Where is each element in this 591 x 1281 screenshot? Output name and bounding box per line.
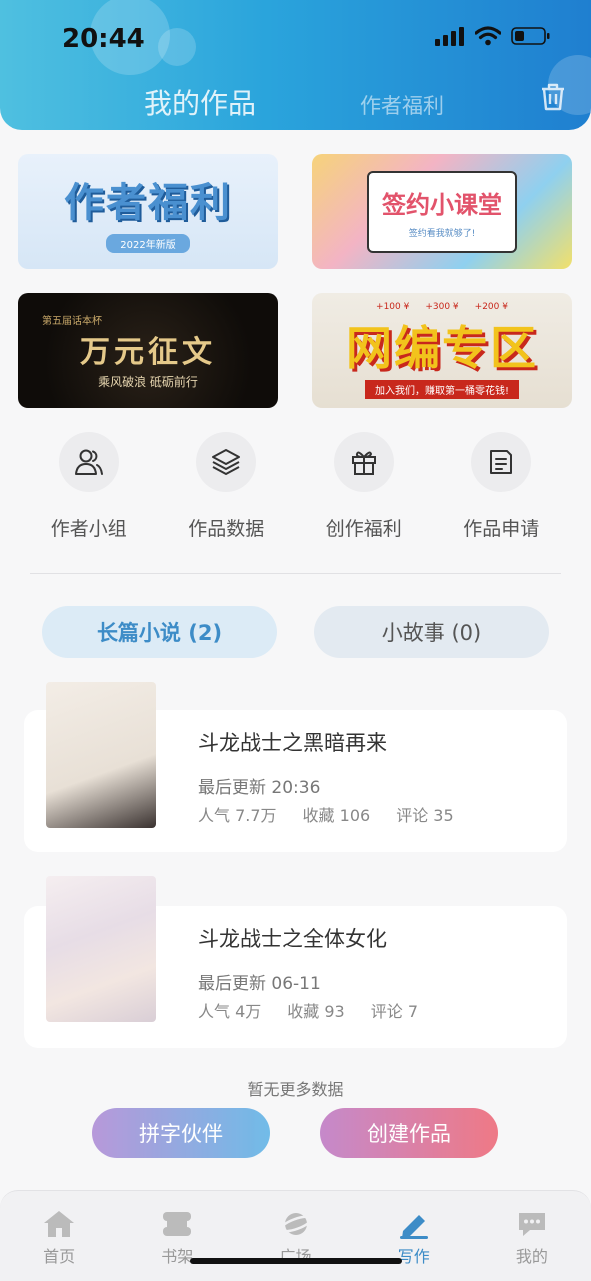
home-icon <box>44 1211 75 1237</box>
banner-title: 网编专区 <box>346 321 538 375</box>
work-popularity: 人气 4万 <box>198 1002 262 1021</box>
quick-action-label: 作品申请 <box>463 518 540 540</box>
tab-short-story[interactable]: 小故事 (0) <box>314 606 549 658</box>
banner-subtitle: 签约看我就够了! <box>408 228 476 239</box>
work-comments: 评论 35 <box>396 806 454 825</box>
status-time: 20:44 <box>62 24 145 54</box>
banner-title: 作者福利 <box>64 180 232 226</box>
quick-action-label: 作者小组 <box>50 518 127 540</box>
bottom-tab-bar: 首页 书架 广场 写作 我的 <box>0 1190 591 1281</box>
quick-actions: 作者小组 作品数据 创作福利 作品申请 <box>20 432 570 541</box>
tab-label: 书架 <box>161 1247 194 1266</box>
gift-icon <box>333 432 394 492</box>
wifi-icon <box>475 26 501 46</box>
layers-icon <box>196 432 257 492</box>
work-popularity: 人气 7.7万 <box>198 806 277 825</box>
work-title: 斗龙战士之黑暗再来 <box>198 731 387 755</box>
banner-title: 万元征文 <box>80 334 216 370</box>
work-stats: 人气 7.7万 收藏 106 评论 35 <box>198 802 454 826</box>
banner-subtitle: 加入我们，赚取第一桶零花钱! <box>364 380 519 399</box>
document-icon <box>471 432 532 492</box>
tab-author-benefits[interactable]: 作者福利 <box>360 90 444 120</box>
banner-author-benefits[interactable]: 作者福利 2022年新版 <box>18 154 278 269</box>
banner-tag: +300 ¥ <box>425 302 459 312</box>
banner-contract-class[interactable]: 签约小课堂 签约看我就够了! <box>312 154 572 269</box>
work-comments: 评论 7 <box>370 1002 419 1021</box>
work-cover-image <box>46 876 156 1022</box>
work-favorites: 收藏 106 <box>302 806 371 825</box>
page-title: 我的作品 <box>144 87 257 120</box>
banner-tag: +200 ¥ <box>474 302 508 312</box>
users-icon <box>58 432 119 492</box>
partner-button[interactable]: 拼字伙伴 <box>92 1108 270 1158</box>
tab-home[interactable]: 首页 <box>0 1191 118 1281</box>
quick-action-work-application[interactable]: 作品申请 <box>433 432 571 541</box>
pen-icon <box>399 1215 428 1239</box>
work-favorites: 收藏 93 <box>287 1002 345 1021</box>
divider <box>30 573 561 574</box>
battery-icon <box>511 27 550 45</box>
work-cover-image <box>46 682 156 828</box>
banner-tag: +100 ¥ <box>376 302 410 312</box>
status-icons <box>435 26 551 46</box>
work-card[interactable]: 斗龙战士之黑暗再来 最后更新 20:36 人气 7.7万 收藏 106 评论 3… <box>24 682 567 852</box>
banner-small-text: 第五届话本杯 <box>42 315 102 327</box>
banner-subtitle: 2022年新版 <box>106 234 190 253</box>
quick-action-author-group[interactable]: 作者小组 <box>20 432 158 541</box>
tab-writing[interactable]: 写作 <box>355 1191 473 1281</box>
tab-label: 首页 <box>43 1247 76 1266</box>
delete-button[interactable] <box>539 82 567 116</box>
no-more-data-text: 暂无更多数据 <box>247 1080 344 1099</box>
banner-subtitle: 乘风破浪 砥砺前行 <box>98 374 198 389</box>
work-updated: 最后更新 06-11 <box>198 974 321 994</box>
quick-action-label: 作品数据 <box>188 518 265 540</box>
home-indicator <box>190 1258 402 1264</box>
tab-bookshelf[interactable]: 书架 <box>118 1191 236 1281</box>
banner-tags: +100 ¥ +300 ¥ +200 ¥ <box>376 302 508 312</box>
planet-icon <box>279 1213 312 1235</box>
signal-icon <box>435 27 464 46</box>
work-updated: 最后更新 20:36 <box>198 778 321 798</box>
tab-mine[interactable]: 我的 <box>473 1191 591 1281</box>
tab-square[interactable]: 广场 <box>236 1191 354 1281</box>
bookshelf-icon <box>163 1212 192 1236</box>
banner-title: 签约小课堂 <box>382 190 502 219</box>
banner-card: 签约小课堂 签约看我就够了! <box>367 170 517 253</box>
work-stats: 人气 4万 收藏 93 评论 7 <box>198 998 418 1022</box>
quick-action-work-data[interactable]: 作品数据 <box>158 432 296 541</box>
header: 20:44 我的作品 作者福利 <box>0 0 591 130</box>
chat-bubble-icon <box>518 1213 545 1236</box>
work-card[interactable]: 斗龙战士之全体女化 最后更新 06-11 人气 4万 收藏 93 评论 7 <box>24 876 567 1048</box>
banner-contest[interactable]: 第五届话本杯 万元征文 乘风破浪 砥砺前行 <box>18 293 278 408</box>
quick-action-label: 创作福利 <box>325 518 402 540</box>
banner-web-editor[interactable]: +100 ¥ +300 ¥ +200 ¥ 网编专区 加入我们，赚取第一桶零花钱! <box>312 293 572 408</box>
create-work-button[interactable]: 创建作品 <box>320 1108 498 1158</box>
tab-label: 我的 <box>515 1247 548 1266</box>
tab-long-novel[interactable]: 长篇小说 (2) <box>42 606 277 658</box>
trash-icon <box>542 83 564 111</box>
quick-action-creation-benefits[interactable]: 创作福利 <box>295 432 433 541</box>
work-title: 斗龙战士之全体女化 <box>198 927 387 951</box>
tab-label: 写作 <box>397 1247 430 1266</box>
